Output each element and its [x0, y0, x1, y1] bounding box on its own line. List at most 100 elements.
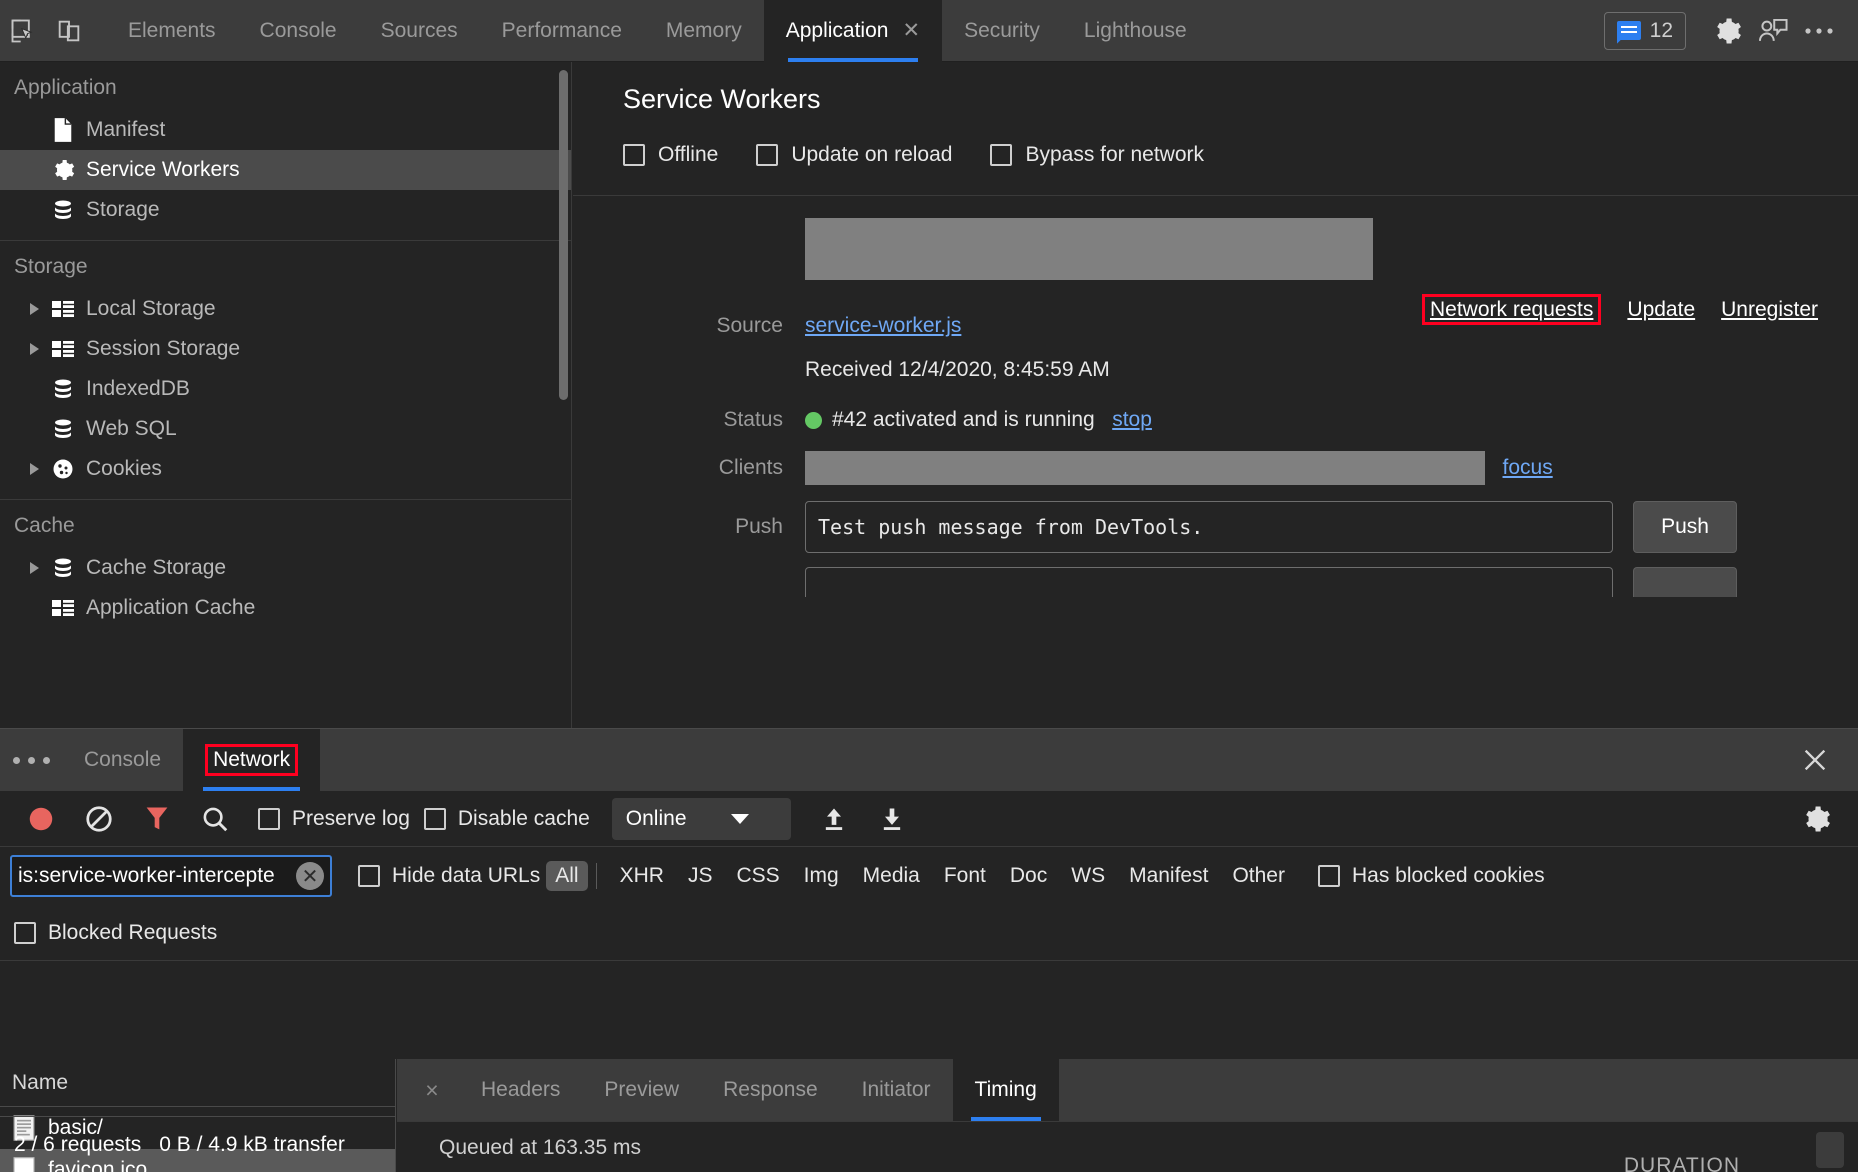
export-har-icon[interactable]	[863, 791, 921, 847]
settings-gear-icon[interactable]	[1704, 8, 1750, 54]
filter-type-js[interactable]: JS	[679, 861, 722, 891]
filter-type-font[interactable]: Font	[935, 861, 995, 891]
tab-timing[interactable]: Timing	[953, 1059, 1059, 1121]
checkbox-box	[990, 144, 1012, 166]
tab-sources[interactable]: Sources	[359, 0, 480, 62]
tab-security[interactable]: Security	[942, 0, 1062, 62]
chevron-right-icon[interactable]	[22, 343, 46, 355]
import-har-icon[interactable]	[805, 791, 863, 847]
filter-type-css[interactable]: CSS	[727, 861, 788, 891]
stop-link[interactable]: stop	[1112, 408, 1152, 431]
sidebar-group-storage: Storage	[0, 241, 571, 289]
focus-link[interactable]: focus	[1503, 456, 1553, 479]
disable-cache-checkbox[interactable]: Disable cache	[424, 807, 590, 831]
service-worker-actions: Network requests Update Unregister	[1422, 294, 1818, 325]
tab-console[interactable]: Console	[238, 0, 359, 62]
tab-headers[interactable]: Headers	[459, 1059, 582, 1121]
bypass-for-network-checkbox[interactable]: Bypass for network	[990, 143, 1204, 167]
filter-type-other[interactable]: Other	[1223, 861, 1294, 891]
table-icon	[46, 339, 80, 359]
chevron-right-icon[interactable]	[22, 562, 46, 574]
close-icon[interactable]: ✕	[902, 20, 920, 41]
network-requests-link[interactable]: Network requests	[1430, 298, 1593, 321]
hide-data-urls-checkbox[interactable]: Hide data URLs	[358, 864, 540, 888]
tab-label: Sources	[381, 19, 458, 43]
sidebar-item-application-cache[interactable]: Application Cache	[0, 588, 571, 628]
requests-count: 2 / 6 requests	[14, 1133, 141, 1157]
filter-type-xhr[interactable]: XHR	[611, 861, 673, 891]
tab-preview[interactable]: Preview	[582, 1059, 701, 1121]
tab-initiator[interactable]: Initiator	[840, 1059, 953, 1121]
sidebar-group-application: Application	[0, 62, 571, 110]
filter-type-manifest[interactable]: Manifest	[1120, 861, 1217, 891]
column-header-name[interactable]: Name	[0, 1059, 395, 1107]
sidebar-scrollbar[interactable]	[559, 70, 568, 400]
checkbox-box	[14, 922, 36, 944]
sidebar-item-web-sql[interactable]: Web SQL	[0, 409, 571, 449]
offline-checkbox[interactable]: Offline	[623, 143, 718, 167]
message-count-badge[interactable]: 12	[1604, 12, 1686, 50]
has-blocked-cookies-checkbox[interactable]: Has blocked cookies	[1318, 864, 1545, 888]
checkbox-box	[358, 865, 380, 887]
device-toolbar-icon[interactable]	[46, 8, 92, 54]
tab-response[interactable]: Response	[701, 1059, 840, 1121]
update-link[interactable]: Update	[1627, 298, 1695, 322]
panel-divider	[573, 195, 1858, 196]
clients-label: Clients	[573, 451, 805, 485]
filter-input[interactable]: is:service-worker-intercepte	[18, 864, 296, 888]
chevron-right-icon[interactable]	[22, 463, 46, 475]
record-button-icon[interactable]	[12, 791, 70, 847]
close-icon[interactable]	[1794, 739, 1836, 781]
throttling-select[interactable]: Online	[612, 798, 791, 840]
push-controls: Push	[805, 501, 1737, 553]
disable-cache-label: Disable cache	[458, 807, 590, 831]
detail-scrollbar-thumb[interactable]	[1816, 1132, 1844, 1168]
filter-type-media[interactable]: Media	[854, 861, 929, 891]
clear-icon[interactable]	[70, 791, 128, 847]
search-icon[interactable]	[186, 791, 244, 847]
sidebar-item-local-storage[interactable]: Local Storage	[0, 289, 571, 329]
preserve-log-checkbox[interactable]: Preserve log	[258, 807, 410, 831]
push-button[interactable]: Push	[1633, 501, 1737, 553]
tab-memory[interactable]: Memory	[644, 0, 764, 62]
chevron-right-icon[interactable]	[22, 303, 46, 315]
update-on-reload-checkbox[interactable]: Update on reload	[756, 143, 952, 167]
sync-tag-input-partial[interactable]	[805, 567, 1613, 597]
service-worker-source-link[interactable]: service-worker.js	[805, 314, 961, 337]
filter-input-wrapper[interactable]: is:service-worker-intercepte ✕	[10, 855, 332, 897]
filter-funnel-icon[interactable]	[128, 791, 186, 847]
drawer-tab-console[interactable]: Console	[62, 729, 183, 791]
sidebar-item-service-workers[interactable]: Service Workers	[0, 150, 571, 190]
tab-lighthouse[interactable]: Lighthouse	[1062, 0, 1209, 62]
sidebar-item-cache-storage[interactable]: Cache Storage	[0, 548, 571, 588]
push-message-input[interactable]	[805, 501, 1613, 553]
clear-filter-icon[interactable]: ✕	[296, 862, 324, 890]
sidebar-item-storage-overview[interactable]: Storage	[0, 190, 571, 230]
filter-type-img[interactable]: Img	[795, 861, 848, 891]
inspect-element-icon[interactable]	[0, 8, 46, 54]
blocked-requests-checkbox[interactable]: Blocked Requests	[14, 921, 217, 945]
tab-elements[interactable]: Elements	[106, 0, 238, 62]
filter-type-ws[interactable]: WS	[1062, 861, 1114, 891]
network-settings-gear-icon[interactable]	[1794, 797, 1838, 841]
filter-type-all[interactable]: All	[546, 861, 587, 891]
tab-application[interactable]: Application ✕	[764, 0, 942, 62]
filter-type-doc[interactable]: Doc	[1001, 861, 1056, 891]
more-tools-icon[interactable]	[0, 729, 62, 791]
drawer-tab-network[interactable]: Network	[183, 729, 320, 791]
tab-label: Application	[786, 19, 889, 43]
tab-label: Elements	[128, 19, 216, 43]
sidebar-item-session-storage[interactable]: Session Storage	[0, 329, 571, 369]
sidebar-item-cookies[interactable]: Cookies	[0, 449, 571, 489]
more-options-icon[interactable]	[1796, 8, 1842, 54]
sidebar-item-label: Local Storage	[86, 297, 216, 321]
close-icon[interactable]: ×	[405, 1059, 459, 1121]
feedback-person-icon[interactable]	[1750, 8, 1796, 54]
sidebar-item-manifest[interactable]: Manifest	[0, 110, 571, 150]
unregister-link[interactable]: Unregister	[1721, 298, 1818, 322]
sidebar-item-label: Session Storage	[86, 337, 240, 361]
tab-performance[interactable]: Performance	[480, 0, 644, 62]
sync-button-partial[interactable]	[1633, 567, 1737, 597]
sidebar-item-indexeddb[interactable]: IndexedDB	[0, 369, 571, 409]
detail-tab-label: Response	[723, 1078, 818, 1102]
